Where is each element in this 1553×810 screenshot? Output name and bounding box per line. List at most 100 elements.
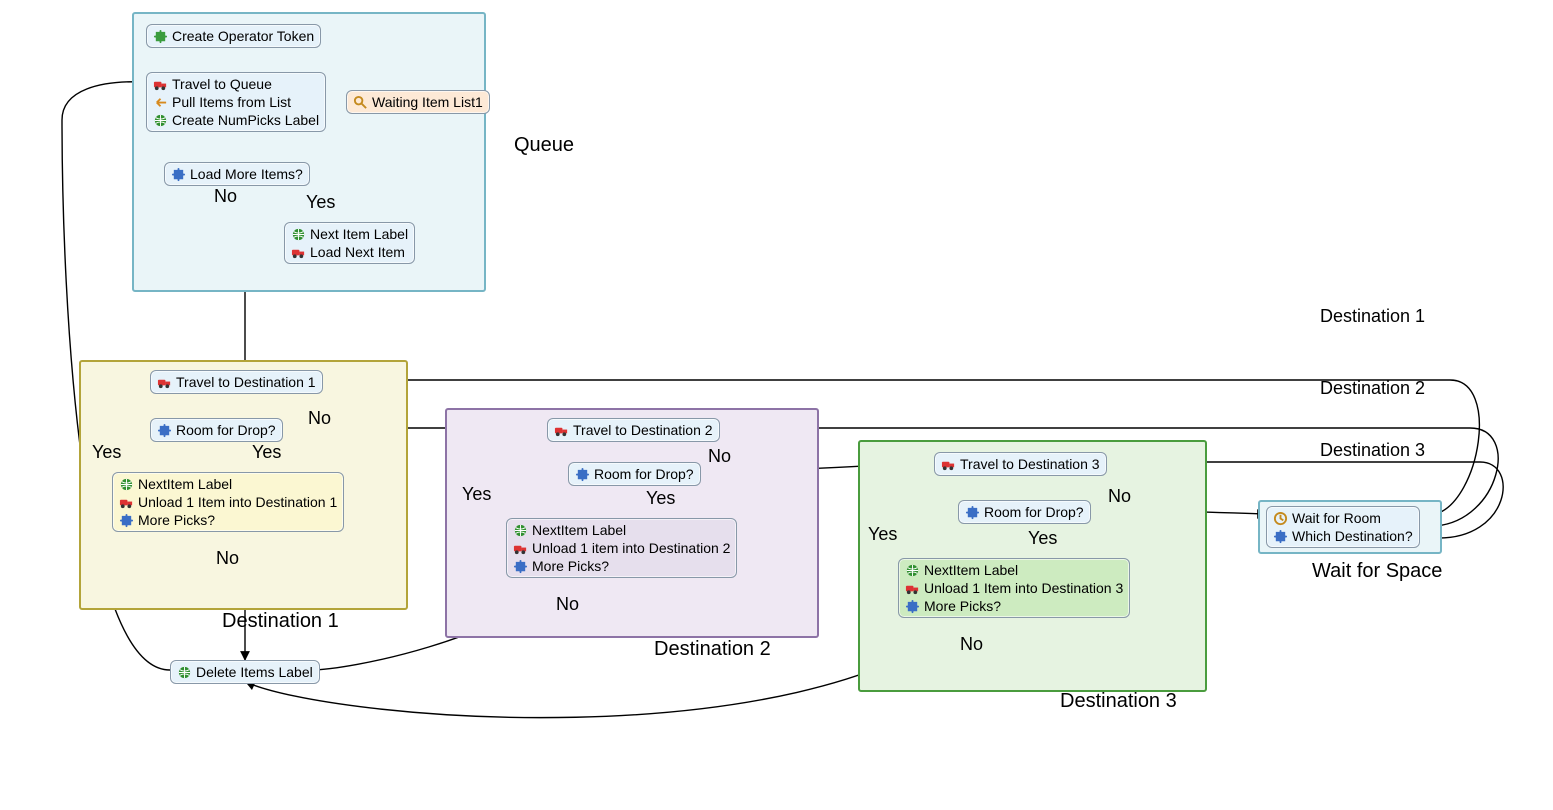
node-row: Which Destination? bbox=[1273, 527, 1413, 545]
node-d3_block[interactable]: NextItem LabelUnload 1 Item into Destina… bbox=[898, 558, 1130, 618]
puzzle-blue-icon bbox=[157, 423, 172, 438]
node-row: Travel to Destination 2 bbox=[554, 421, 713, 439]
node-text: Travel to Destination 3 bbox=[960, 455, 1100, 473]
group-label-wait: Wait for Space bbox=[1312, 560, 1442, 583]
node-travel_d3[interactable]: Travel to Destination 3 bbox=[934, 452, 1107, 476]
arrow-left-orange-icon bbox=[153, 95, 168, 110]
node-text: More Picks? bbox=[532, 557, 609, 575]
node-row: Delete Items Label bbox=[177, 663, 313, 681]
node-text: Room for Drop? bbox=[594, 465, 694, 483]
node-wait_block[interactable]: Wait for RoomWhich Destination? bbox=[1266, 506, 1420, 548]
truck-icon bbox=[513, 541, 528, 556]
node-row: Unload 1 item into Destination 2 bbox=[513, 539, 730, 557]
node-row: Room for Drop? bbox=[575, 465, 694, 483]
node-travel_d1[interactable]: Travel to Destination 1 bbox=[150, 370, 323, 394]
node-row: More Picks? bbox=[513, 557, 730, 575]
edge-label: Yes bbox=[252, 442, 281, 463]
node-create_token[interactable]: Create Operator Token bbox=[146, 24, 321, 48]
puzzle-blue-icon bbox=[905, 599, 920, 614]
globe-green-icon bbox=[119, 477, 134, 492]
node-text: NextItem Label bbox=[924, 561, 1018, 579]
group-label-d3: Destination 3 bbox=[1060, 690, 1177, 713]
edge-label: No bbox=[214, 186, 237, 207]
node-row: Load More Items? bbox=[171, 165, 303, 183]
node-row: Waiting Item List1 bbox=[353, 93, 483, 111]
node-text: Create NumPicks Label bbox=[172, 111, 319, 129]
group-label-d2: Destination 2 bbox=[654, 638, 771, 661]
node-text: Create Operator Token bbox=[172, 27, 314, 45]
node-row: Next Item Label bbox=[291, 225, 408, 243]
node-row: NextItem Label bbox=[513, 521, 730, 539]
puzzle-blue-icon bbox=[119, 513, 134, 528]
node-text: Unload 1 Item into Destination 3 bbox=[924, 579, 1123, 597]
node-row: Pull Items from List bbox=[153, 93, 319, 111]
node-row: Unload 1 Item into Destination 1 bbox=[119, 493, 337, 511]
node-text: Waiting Item List1 bbox=[372, 93, 483, 111]
truck-icon bbox=[905, 581, 920, 596]
edge-label: No bbox=[308, 408, 331, 429]
node-text: Travel to Queue bbox=[172, 75, 272, 93]
edge-label: No bbox=[960, 634, 983, 655]
node-text: Unload 1 item into Destination 2 bbox=[532, 539, 730, 557]
truck-icon bbox=[153, 77, 168, 92]
edge-label: Destination 1 bbox=[1320, 306, 1425, 327]
node-delete_label[interactable]: Delete Items Label bbox=[170, 660, 320, 684]
truck-icon bbox=[119, 495, 134, 510]
node-text: Unload 1 Item into Destination 1 bbox=[138, 493, 337, 511]
flow-diagram: { "groups": { "queue": {"label":"Queue",… bbox=[0, 0, 1553, 810]
node-row: More Picks? bbox=[905, 597, 1123, 615]
edge-label: Yes bbox=[92, 442, 121, 463]
node-text: Next Item Label bbox=[310, 225, 408, 243]
node-text: NextItem Label bbox=[532, 521, 626, 539]
edge-label: No bbox=[216, 548, 239, 569]
node-row: NextItem Label bbox=[905, 561, 1123, 579]
node-text: Room for Drop? bbox=[176, 421, 276, 439]
truck-icon bbox=[291, 245, 306, 260]
edge-label: No bbox=[1108, 486, 1131, 507]
node-text: Travel to Destination 2 bbox=[573, 421, 713, 439]
node-text: Pull Items from List bbox=[172, 93, 291, 111]
node-text: More Picks? bbox=[924, 597, 1001, 615]
node-row: Travel to Destination 1 bbox=[157, 373, 316, 391]
node-text: Delete Items Label bbox=[196, 663, 313, 681]
edge-label: Yes bbox=[306, 192, 335, 213]
node-row: NextItem Label bbox=[119, 475, 337, 493]
globe-green-icon bbox=[153, 113, 168, 128]
edge-label: No bbox=[708, 446, 731, 467]
node-d2_block[interactable]: NextItem LabelUnload 1 item into Destina… bbox=[506, 518, 737, 578]
node-row: Create Operator Token bbox=[153, 27, 314, 45]
wait-icon bbox=[1273, 511, 1288, 526]
node-room_d3[interactable]: Room for Drop? bbox=[958, 500, 1091, 524]
group-label-d1: Destination 1 bbox=[222, 610, 339, 633]
node-row: Travel to Destination 3 bbox=[941, 455, 1100, 473]
node-row: Load Next Item bbox=[291, 243, 408, 261]
edge-label: No bbox=[556, 594, 579, 615]
node-row: Wait for Room bbox=[1273, 509, 1413, 527]
node-row: Unload 1 Item into Destination 3 bbox=[905, 579, 1123, 597]
node-room_d1[interactable]: Room for Drop? bbox=[150, 418, 283, 442]
node-load_more[interactable]: Load More Items? bbox=[164, 162, 310, 186]
globe-green-icon bbox=[177, 665, 192, 680]
node-d1_block[interactable]: NextItem LabelUnload 1 Item into Destina… bbox=[112, 472, 344, 532]
node-next_item_q[interactable]: Next Item LabelLoad Next Item bbox=[284, 222, 415, 264]
puzzle-blue-icon bbox=[575, 467, 590, 482]
truck-icon bbox=[941, 457, 956, 472]
node-room_d2[interactable]: Room for Drop? bbox=[568, 462, 701, 486]
edge-label: Destination 3 bbox=[1320, 440, 1425, 461]
puzzle-blue-icon bbox=[513, 559, 528, 574]
globe-green-icon bbox=[291, 227, 306, 242]
node-text: More Picks? bbox=[138, 511, 215, 529]
node-text: Load More Items? bbox=[190, 165, 303, 183]
globe-green-icon bbox=[513, 523, 528, 538]
edge-label: Yes bbox=[462, 484, 491, 505]
edge-label: Yes bbox=[1028, 528, 1057, 549]
node-travel_d2[interactable]: Travel to Destination 2 bbox=[547, 418, 720, 442]
node-text: Room for Drop? bbox=[984, 503, 1084, 521]
node-waiting_list[interactable]: Waiting Item List1 bbox=[346, 90, 490, 114]
truck-icon bbox=[157, 375, 172, 390]
node-text: Travel to Destination 1 bbox=[176, 373, 316, 391]
globe-green-icon bbox=[905, 563, 920, 578]
node-queue_block[interactable]: Travel to QueuePull Items from ListCreat… bbox=[146, 72, 326, 132]
puzzle-blue-icon bbox=[171, 167, 186, 182]
edge-label: Yes bbox=[646, 488, 675, 509]
